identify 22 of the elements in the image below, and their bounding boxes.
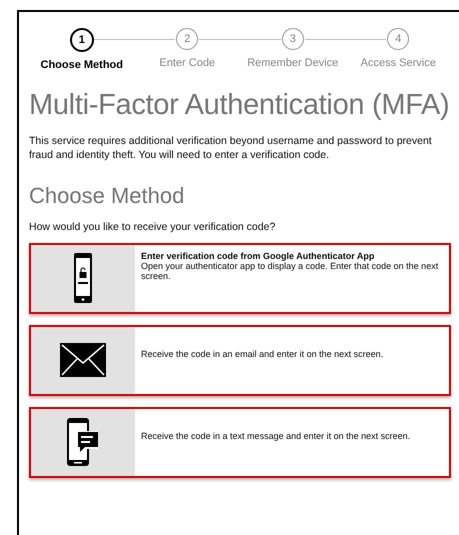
page-title: Multi-Factor Authentication (MFA) (29, 88, 450, 123)
option-text: Receive the code in a text message and enter it on the next screen. (141, 430, 410, 442)
step-label: Access Service (360, 57, 436, 69)
method-option[interactable]: Receive the code in a text message and enter it on the next screen. (29, 406, 451, 478)
step-label: Enter Code (159, 57, 216, 69)
phone-message-icon (66, 417, 100, 468)
question-text: How would you like to receive your verification code? (29, 220, 276, 233)
option-text: Receive the code in an email and enter it on the next screen. (141, 348, 384, 360)
step-number: 2 (176, 28, 198, 50)
step-number: 4 (387, 28, 410, 50)
step-number: 3 (282, 28, 304, 50)
option-text: Open your authenticator app to display a code. Enter that code on the next screen. (141, 260, 440, 282)
step-number: 1 (70, 28, 94, 52)
step-label: Choose Method (40, 59, 123, 71)
locked-phone-icon (73, 252, 93, 304)
method-option[interactable]: Enter verification code from Google Authenticator App Open your authenticator app to display a code. Enter that code on the next screen. (29, 242, 451, 314)
section-heading: Choose Method (29, 182, 186, 209)
step-label: Remember Device (247, 57, 338, 69)
envelope-icon (60, 343, 106, 378)
method-option[interactable]: Receive the code in an email and enter it on the next screen. (29, 324, 451, 396)
intro-text: This service requires additional verification beyond username and password to prevent fraud and identity theft. You will need to enter a verification code. (29, 135, 433, 163)
option-title: Enter verification code from Google Authenticator App (141, 250, 376, 261)
